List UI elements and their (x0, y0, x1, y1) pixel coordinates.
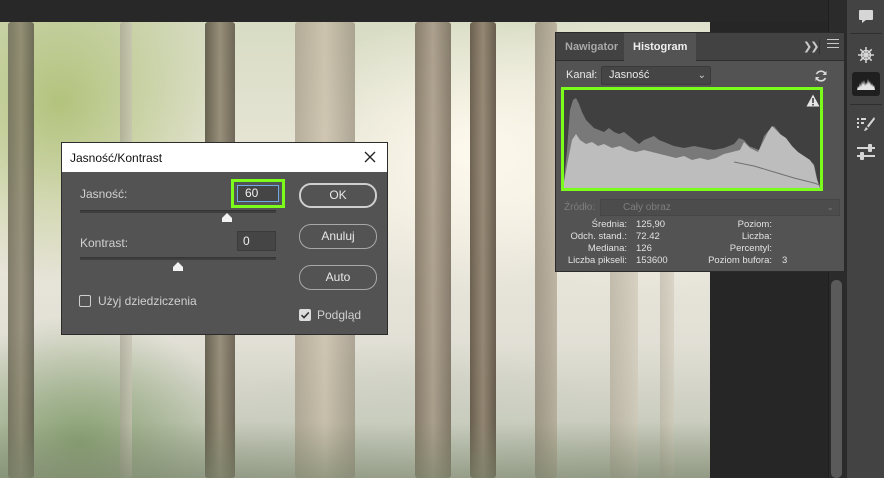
contrast-slider-thumb[interactable] (173, 262, 183, 271)
chevron-down-icon: ⌄ (697, 70, 706, 81)
contrast-label: Kontrast: (80, 236, 129, 250)
hamburger-menu-icon[interactable] (827, 39, 839, 51)
close-icon[interactable] (362, 149, 378, 165)
photo-tree-trunk (470, 22, 496, 478)
cancel-button[interactable]: Anuluj (299, 224, 377, 249)
stat-cache-level-label: Poziom bufora: (708, 255, 772, 266)
histogram-icon[interactable] (852, 72, 880, 96)
brightness-field-highlight: 60 (231, 179, 285, 208)
photo-tree-trunk (8, 22, 34, 478)
adjustments-sliders-icon[interactable] (852, 140, 880, 164)
auto-button[interactable]: Auto (299, 265, 377, 290)
refresh-icon[interactable] (814, 69, 828, 83)
source-label: Źródło: (564, 202, 596, 213)
stat-cache-level-value: 3 (782, 255, 788, 266)
contrast-slider[interactable] (80, 257, 276, 260)
chevron-down-icon: ⌄ (826, 202, 834, 212)
brightness-slider-thumb[interactable] (222, 213, 232, 222)
histogram-plot (564, 98, 820, 188)
stat-stddev-value: 72.42 (636, 231, 660, 242)
panel-icon-strip (846, 0, 884, 478)
legacy-label: Użyj dziedziczenia (98, 294, 197, 308)
panel-header-divider (819, 39, 820, 55)
preview-checkbox[interactable] (299, 309, 311, 321)
stat-percentile-label: Percentyl: (729, 243, 772, 254)
brightness-slider[interactable] (80, 210, 276, 213)
comment-icon[interactable] (852, 4, 880, 28)
stat-mean-label: Średnia: (591, 219, 627, 230)
stat-stddev-label: Odch. stand.: (570, 231, 627, 242)
contrast-input[interactable]: 0 (237, 231, 276, 251)
channel-select[interactable]: Jasność ⌄ (601, 66, 711, 85)
source-select[interactable]: Cały obraz ⌄ (600, 199, 840, 216)
strip-divider (850, 104, 882, 105)
stat-mean-value: 125,90 (636, 219, 666, 230)
dialog-title: Jasność/Kontrast (70, 151, 163, 165)
stat-pixels-label: Liczba pikseli: (567, 255, 627, 266)
stat-median-label: Mediana: (587, 243, 627, 254)
document-tab-strip (0, 0, 828, 22)
stat-level-label: Poziom: (737, 219, 772, 230)
double-chevron-right-icon[interactable]: ❯❯ (803, 40, 820, 53)
checkmark-icon (300, 311, 310, 319)
brightness-contrast-dialog: Jasność/Kontrast Jasność: 60 Kontrast: 0… (61, 142, 388, 335)
brush-settings-icon[interactable] (852, 112, 880, 136)
brightness-label: Jasność: (80, 187, 128, 201)
photo-forest-floor (0, 422, 710, 478)
panel-tab-bar: Nawigator Histogram ❯❯ (556, 33, 844, 61)
photo-tree-trunk (415, 22, 451, 478)
source-select-value: Cały obraz (623, 202, 671, 213)
tab-navigator[interactable]: Nawigator (556, 33, 627, 61)
dialog-titlebar[interactable]: Jasność/Kontrast (62, 143, 387, 172)
photo-tree-trunk (535, 22, 557, 478)
channel-label: Kanał: (566, 69, 598, 81)
histogram-graph (561, 87, 823, 191)
histogram-panel: Nawigator Histogram ❯❯ Kanał: Jasność ⌄ … (555, 32, 845, 272)
strip-divider (850, 33, 882, 34)
legacy-checkbox[interactable] (79, 295, 91, 307)
ship-wheel-icon[interactable] (852, 43, 880, 67)
channel-select-value: Jasność (609, 69, 650, 81)
tab-histogram[interactable]: Histogram (624, 33, 697, 61)
stat-count-label: Liczba: (741, 231, 772, 242)
warning-triangle-icon[interactable] (806, 94, 820, 107)
preview-label: Podgląd (317, 308, 362, 322)
scrollbar-thumb[interactable] (831, 280, 842, 478)
stat-median-value: 126 (636, 243, 652, 254)
stat-pixels-value: 153600 (636, 255, 668, 266)
ok-button[interactable]: OK (299, 183, 377, 208)
brightness-input[interactable]: 60 (237, 185, 279, 202)
